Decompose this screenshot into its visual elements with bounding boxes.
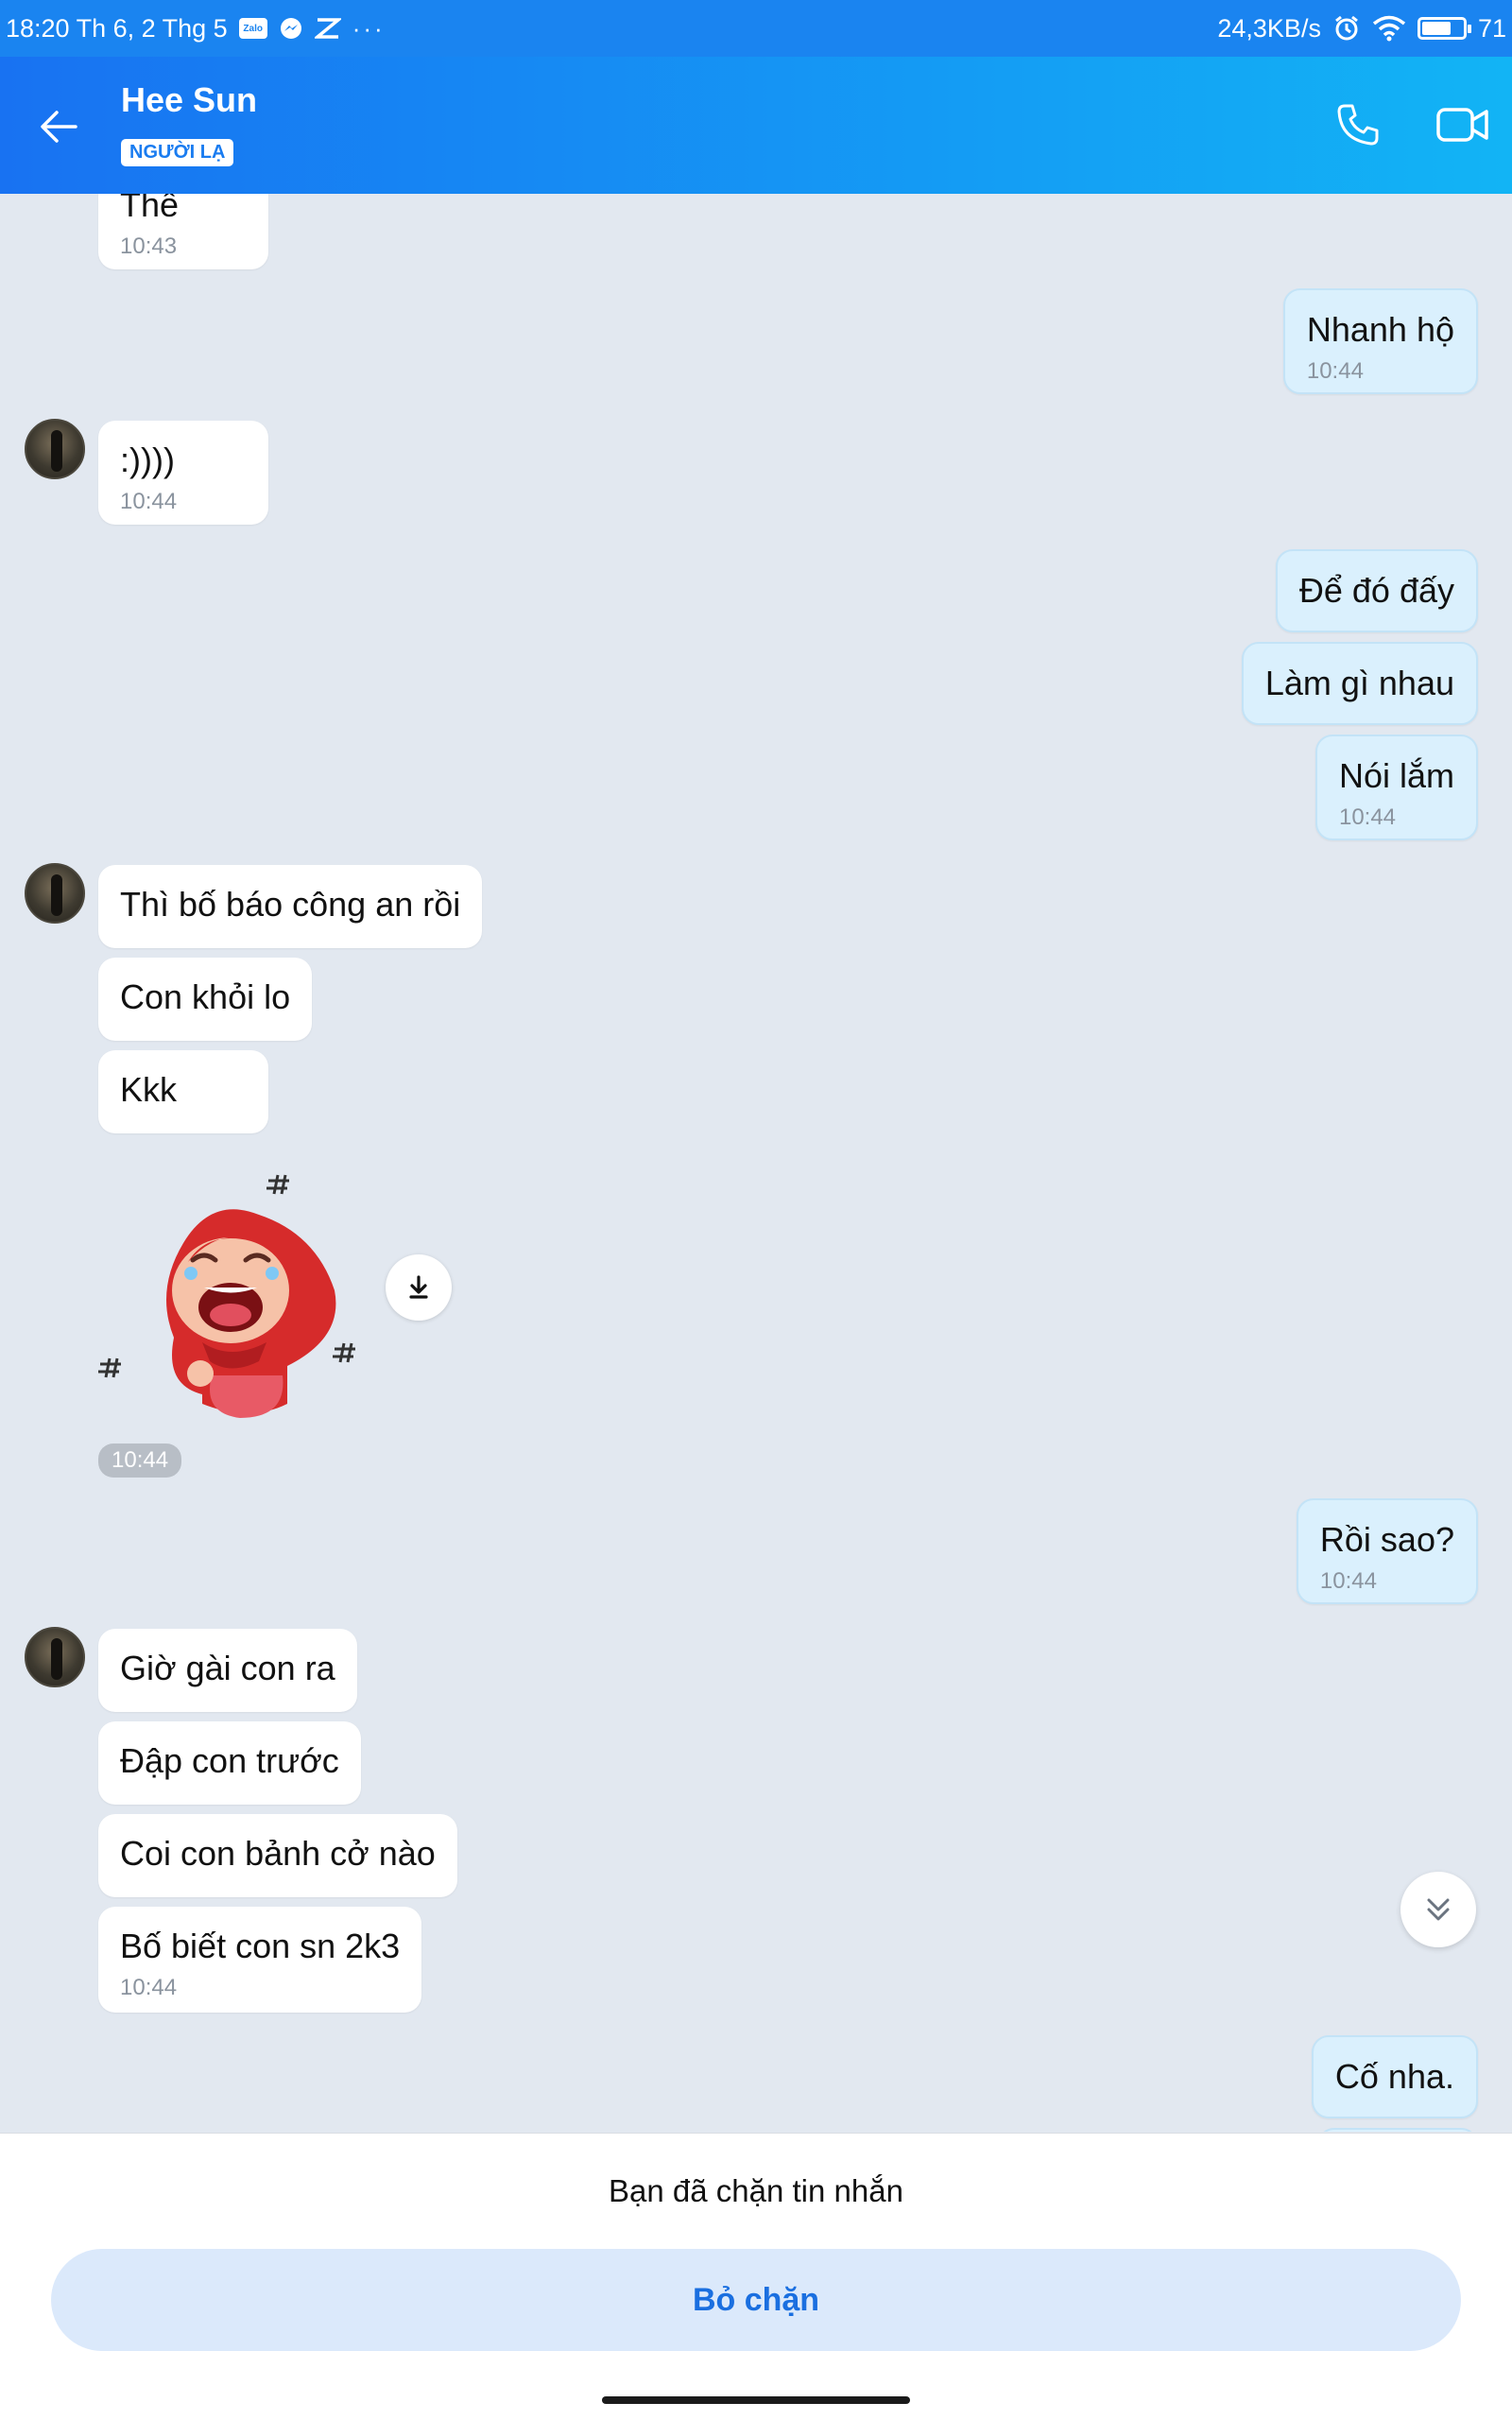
voice-call-button[interactable] — [1328, 95, 1388, 155]
message-text: :)))) — [120, 441, 175, 479]
message-bubble-incoming[interactable]: Con khỏi lo — [98, 958, 313, 1041]
battery-percent: 71 — [1477, 13, 1506, 43]
network-speed: 24,3KB/s — [1217, 13, 1321, 43]
message-bubble-incoming[interactable]: Bố biết con sn 2k3 10:44 — [98, 1907, 422, 2013]
more-notifications: ··· — [352, 13, 386, 43]
message-bubble-incoming[interactable]: Kkk — [98, 1050, 268, 1133]
message-bubble-outgoing[interactable]: Nói lắm 10:44 — [1314, 735, 1478, 840]
alarm-icon — [1332, 14, 1361, 43]
message-bubble-outgoing[interactable]: Nhanh hộ 10:44 — [1282, 288, 1478, 394]
message-bubble-incoming[interactable]: Giờ gài con ra — [98, 1629, 357, 1712]
message-text: Giờ gài con ra — [120, 1649, 335, 1687]
chat-header: Hee Sun NGƯỜI LẠ — [0, 57, 1512, 194]
message-list[interactable]: Thế 10:43 Nhanh hộ 10:44 :)))) 10:44 Để … — [0, 194, 1512, 2132]
phone-icon — [1337, 104, 1379, 146]
avatar[interactable] — [25, 863, 85, 924]
message-bubble-incoming[interactable]: Đập con trước — [98, 1721, 361, 1805]
message-text: Coi con bảnh cở nào — [120, 1834, 436, 1873]
message-text: Rồi sao? — [1319, 1520, 1454, 1559]
scroll-to-bottom-button[interactable] — [1400, 1872, 1476, 1947]
avatar[interactable] — [25, 1627, 85, 1687]
message-text: Cố nha. — [1334, 2057, 1454, 2096]
message-text: Làm gì nhau — [1264, 664, 1454, 702]
message-bubble-outgoing[interactable]: Làm gì nhau — [1241, 642, 1478, 725]
message-time: 10:44 — [1306, 358, 1364, 384]
message-time: 10:44 — [120, 489, 178, 514]
message-text: Nhanh hộ — [1306, 310, 1454, 349]
message-text: Con khỏi lo — [120, 977, 291, 1016]
message-time: 10:44 — [1338, 804, 1397, 830]
sticker-time: 10:44 — [98, 1443, 182, 1478]
message-time: 10:44 — [120, 1975, 178, 2000]
message-text: Thế — [120, 194, 180, 224]
battery-icon — [1417, 17, 1471, 40]
message-text: Đập con trước — [120, 1741, 339, 1780]
message-time: 10:43 — [120, 233, 178, 259]
messenger-icon — [279, 16, 303, 41]
wifi-icon — [1372, 15, 1406, 42]
message-bubble-outgoing[interactable]: Rồi sao? 10:44 — [1296, 1498, 1478, 1604]
back-arrow-icon — [41, 111, 77, 143]
message-bubble-outgoing[interactable]: Để đó đấy — [1275, 549, 1478, 632]
video-call-button[interactable] — [1429, 95, 1497, 155]
avatar[interactable] — [25, 419, 85, 479]
download-button[interactable] — [386, 1254, 452, 1321]
blocked-panel: Bạn đã chặn tin nhắn Bỏ chặn — [0, 2133, 1512, 2420]
back-button[interactable] — [28, 96, 89, 157]
message-bubble-incoming[interactable]: Thì bố báo công an rồi — [98, 865, 483, 948]
status-time: 18:20 Th 6, 2 Thg 5 — [6, 13, 228, 43]
message-text: Nói lắm — [1338, 756, 1454, 795]
message-text: Để đó đấy — [1298, 571, 1454, 610]
download-icon — [409, 1275, 428, 1299]
message-bubble-incoming[interactable]: Coi con bảnh cở nào — [98, 1814, 457, 1897]
message-bubble-outgoing-partial[interactable] — [1317, 2128, 1478, 2132]
video-camera-icon — [1436, 108, 1488, 142]
message-time: 10:44 — [1319, 1568, 1377, 1594]
unblock-button[interactable]: Bỏ chặn — [51, 2249, 1461, 2351]
stranger-badge: NGƯỜI LẠ — [121, 139, 234, 166]
zalo-icon: Zalo — [238, 18, 267, 39]
capcut-icon — [314, 17, 341, 40]
message-text: Kkk — [120, 1070, 178, 1109]
blocked-message: Bạn đã chặn tin nhắn — [609, 2173, 903, 2208]
message-bubble-outgoing[interactable]: Cố nha. — [1311, 2035, 1478, 2118]
message-bubble-incoming[interactable]: :)))) 10:44 — [98, 421, 268, 525]
message-text: Bố biết con sn 2k3 — [120, 1927, 401, 1965]
message-bubble-incoming[interactable]: Thế 10:43 — [98, 194, 268, 269]
status-bar: 18:20 Th 6, 2 Thg 5 Zalo ··· 24,3KB/s 71 — [0, 0, 1512, 57]
double-chevron-down-icon — [1427, 1898, 1450, 1921]
message-text: Thì bố báo công an rồi — [120, 885, 461, 924]
contact-name[interactable]: Hee Sun — [121, 80, 257, 120]
home-indicator[interactable] — [602, 2396, 910, 2404]
laughing-red-hood-sticker[interactable] — [98, 1149, 382, 1432]
